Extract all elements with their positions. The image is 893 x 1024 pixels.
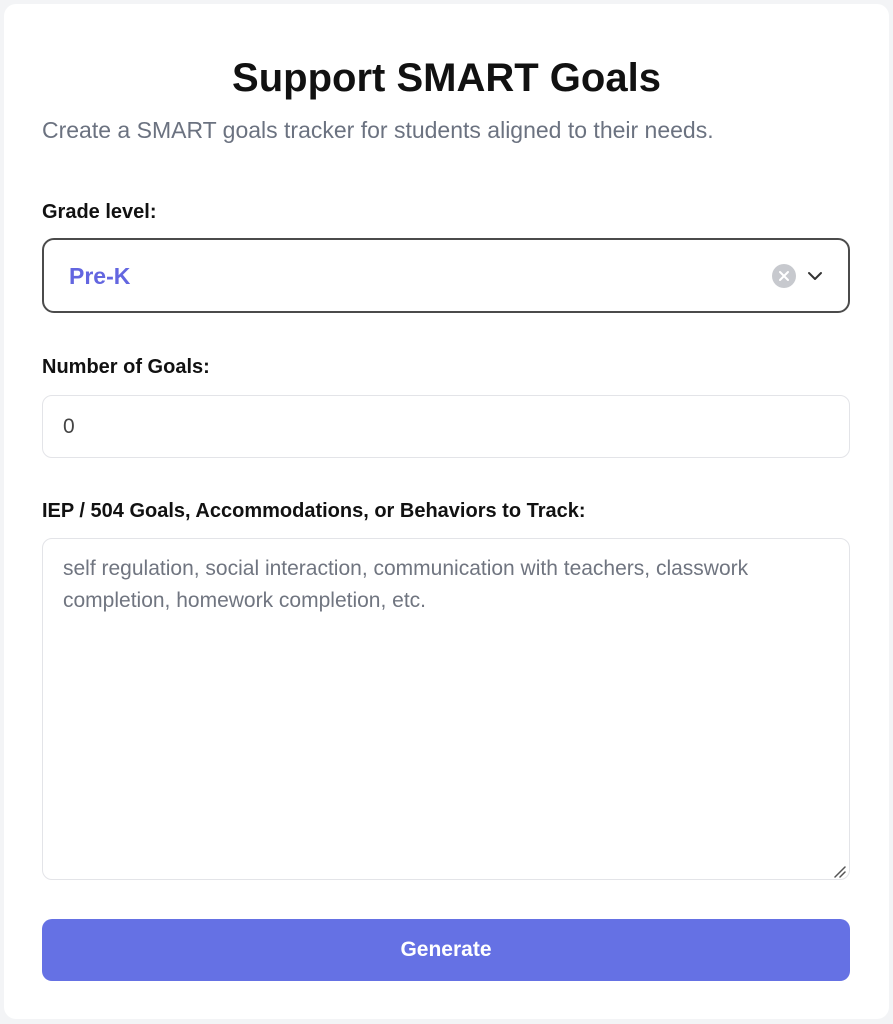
generate-button[interactable]: Generate (42, 919, 850, 981)
chevron-down-icon[interactable] (805, 266, 825, 286)
grade-level-select[interactable]: Pre-K (42, 238, 850, 313)
grade-level-label: Grade level: (42, 201, 157, 223)
resize-handle-icon[interactable] (832, 864, 846, 878)
iep-goals-label: IEP / 504 Goals, Accommodations, or Beha… (42, 500, 586, 522)
iep-goals-textarea[interactable] (42, 538, 850, 880)
clear-circle-x-icon[interactable] (772, 264, 796, 288)
grade-level-value: Pre-K (69, 263, 131, 289)
smart-goals-card: Support SMART Goals Create a SMART goals… (4, 4, 889, 1019)
number-of-goals-label: Number of Goals: (42, 356, 210, 378)
number-of-goals-input[interactable] (42, 395, 850, 458)
page-subtitle: Create a SMART goals tracker for student… (42, 117, 714, 143)
page-title: Support SMART Goals (232, 56, 661, 100)
